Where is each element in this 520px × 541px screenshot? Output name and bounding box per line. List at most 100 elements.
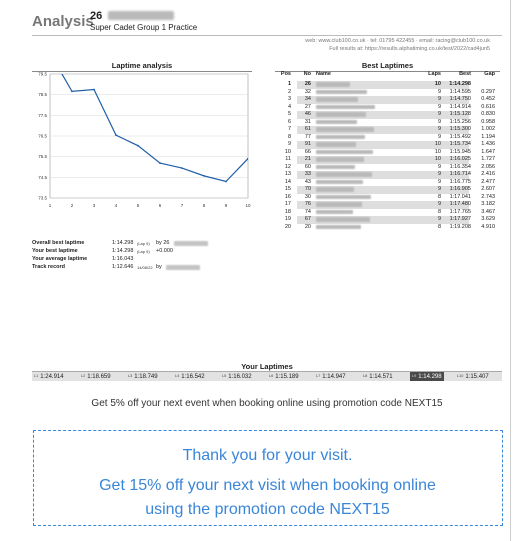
cell-no: 91 xyxy=(304,141,311,147)
cell-gap: 4.910 xyxy=(481,223,495,230)
cell-gap: 0.452 xyxy=(481,96,495,102)
data-point xyxy=(159,162,161,164)
table-row: 16 30 8 1:17.041 2.743 xyxy=(275,194,500,202)
data-point xyxy=(203,174,205,177)
table-row: 7 61 9 1:15.300 1.002 xyxy=(275,126,500,134)
cell-no: 61 xyxy=(304,126,311,132)
cell-gap: 1.002 xyxy=(481,126,495,132)
lap-time: 1:14.947 xyxy=(322,374,346,380)
lap-time: 1:14.571 xyxy=(369,374,393,380)
your-best-label: Your best laptime xyxy=(32,248,78,254)
cell-name-redacted xyxy=(316,104,376,109)
cell-best: 1:15.492 xyxy=(449,133,471,140)
cell-name-redacted xyxy=(316,134,376,139)
y-tick-label: 75.5 xyxy=(38,154,47,159)
cell-best: 1:19.208 xyxy=(449,223,471,230)
contact-line: web: www.club100.co.uk · tel: 01795 4224… xyxy=(305,38,490,44)
table-row: 5 46 9 1:15.128 0.830 xyxy=(275,111,500,119)
cell-best: 1:15.256 xyxy=(449,118,471,125)
cell-name-redacted xyxy=(316,164,376,169)
lap-number: L5 xyxy=(222,374,227,378)
cell-gap: 0.616 xyxy=(481,103,495,110)
cell-best: 1:15.945 xyxy=(449,148,471,155)
cell-no: 34 xyxy=(304,96,311,102)
table-row: 12 60 9 1:16.354 2.056 xyxy=(275,164,500,172)
cell-no: 77 xyxy=(304,133,311,140)
lap-time-cell: L3 1:18.749 xyxy=(128,372,158,381)
table-row: 8 77 9 1:15.492 1.194 xyxy=(275,134,500,142)
cell-gap: 2.056 xyxy=(481,163,495,170)
cell-laps: 8 xyxy=(437,193,441,200)
cell-laps: 9 xyxy=(437,201,441,207)
cell-name-redacted xyxy=(316,186,376,192)
cell-laps: 9 xyxy=(437,103,441,110)
cell-no: 21 xyxy=(304,156,311,162)
cell-no: 60 xyxy=(304,163,311,170)
overall-best-label: Overall best laptime xyxy=(32,240,85,246)
cell-laps: 9 xyxy=(437,216,441,222)
best-laptimes-header: Pos No Name Laps Best Gap xyxy=(275,71,500,80)
promo-5-percent: Get 5% off your next event when booking … xyxy=(91,398,443,409)
cell-pos: 6 xyxy=(287,118,291,125)
cell-no: 67 xyxy=(304,216,311,222)
cell-laps: 10 xyxy=(434,148,441,155)
driver-name-redacted xyxy=(108,11,174,20)
x-tick-label: 5 xyxy=(137,203,140,208)
cell-gap: 3.467 xyxy=(481,208,495,215)
cell-laps: 10 xyxy=(434,141,441,147)
your-best-value: 1:14.298 xyxy=(112,248,134,254)
overall-best-value: 1:14.298 xyxy=(112,240,134,246)
your-best-lap: (Lap 9) xyxy=(137,249,150,254)
cell-best: 1:16.354 xyxy=(449,163,471,170)
kart-number: 26 xyxy=(90,10,103,22)
table-row: 1 26 10 1:14.298 xyxy=(275,81,500,89)
lap-number: L3 xyxy=(128,374,133,378)
overall-best-lap: (Lap 9) xyxy=(137,241,150,246)
y-tick-label: 76.5 xyxy=(38,134,47,139)
x-tick-label: 6 xyxy=(159,203,162,208)
lap-number: L2 xyxy=(81,374,86,378)
cell-laps: 10 xyxy=(434,156,441,162)
your-best-gap: +0.000 xyxy=(156,248,173,254)
cell-name-redacted xyxy=(316,96,376,102)
lap-time: 1:24.914 xyxy=(40,374,64,380)
lap-number: L7 xyxy=(316,374,321,378)
cell-no: 30 xyxy=(304,193,311,200)
cell-pos: 20 xyxy=(284,223,291,230)
track-record-value: 1:12.646 xyxy=(112,264,134,270)
y-tick-label: 79.5 xyxy=(38,72,47,77)
page-edge-rule xyxy=(510,0,511,541)
data-point xyxy=(225,180,227,183)
cell-no: 33 xyxy=(304,171,311,177)
cell-best: 1:14.750 xyxy=(449,96,471,102)
lap-time: 1:15.407 xyxy=(465,374,489,380)
cell-gap: 1.436 xyxy=(481,141,495,147)
cell-no: 76 xyxy=(304,201,311,207)
cell-laps: 9 xyxy=(437,163,441,170)
cell-laps: 9 xyxy=(437,96,441,102)
cell-laps: 9 xyxy=(437,111,441,117)
cell-name-redacted xyxy=(316,111,376,117)
lap-time-cell: L1 1:24.914 xyxy=(34,372,64,381)
cell-best: 1:16.775 xyxy=(449,178,471,185)
cell-name-redacted xyxy=(316,149,376,154)
cell-pos: 18 xyxy=(284,208,291,215)
table-row: 14 43 9 1:16.775 2.477 xyxy=(275,179,500,187)
laptime-chart: 73.5 74.5 75.5 76.5 77.5 78.5 79.5 1 2 3 4 5 6 7 8 9 10 xyxy=(38,72,251,209)
track-record-by: by xyxy=(156,264,162,270)
cell-pos: 13 xyxy=(284,171,291,177)
results-link[interactable]: Full results at: https://results.alphati… xyxy=(140,46,490,52)
table-row: 3 34 9 1:14.750 0.452 xyxy=(275,96,500,104)
cell-gap: 2.607 xyxy=(481,186,495,192)
lap-number: L6 xyxy=(269,374,274,378)
cell-no: 70 xyxy=(304,186,311,192)
table-row: 10 66 10 1:15.945 1.647 xyxy=(275,149,500,157)
col-laps-header: Laps xyxy=(428,71,441,77)
cell-pos: 19 xyxy=(284,216,291,222)
lap-time-cell: L2 1:18.659 xyxy=(81,372,111,381)
cell-name-redacted xyxy=(316,194,376,199)
lap-time: 1:16.542 xyxy=(181,374,205,380)
lap-time-cell: L4 1:16.542 xyxy=(175,372,205,381)
y-tick-label: 77.5 xyxy=(38,113,47,118)
x-tick-label: 2 xyxy=(71,203,74,208)
